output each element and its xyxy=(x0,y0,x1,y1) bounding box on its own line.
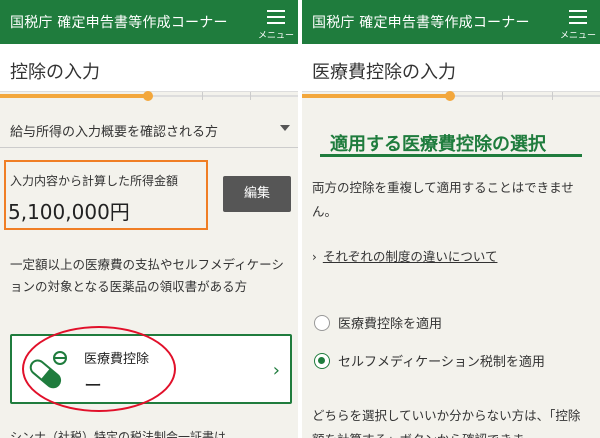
income-amount-label: 入力内容から計算した所得金額 xyxy=(10,174,179,188)
app-header: 国税庁 確定申告書等作成コーナー メニュー xyxy=(0,0,298,44)
app-title-right: 国税庁 確定申告書等作成コーナー xyxy=(312,15,530,31)
radio-button[interactable] xyxy=(314,315,330,331)
page-title-right: 医療費控除の入力 xyxy=(312,62,456,83)
left-bottom-text: シンナ（社税）特定の税法制会一証書は… xyxy=(10,430,239,438)
menu-button[interactable]: メニュー xyxy=(258,6,295,41)
link-label: それぞれの制度の違いについて xyxy=(322,249,498,264)
radio-label: 医療費控除を適用 xyxy=(338,317,443,332)
radio-medical-deduction[interactable]: 医療費控除を適用 xyxy=(314,313,442,332)
progress-bar-right xyxy=(302,91,600,101)
section-title: 適用する医療費控除の選択 xyxy=(330,134,546,155)
income-amount-box: 入力内容から計算した所得金額 5,100,000円 xyxy=(4,160,208,230)
menu-button-right[interactable]: メニュー xyxy=(560,6,597,41)
page-header-right: 医療費控除の入力 xyxy=(302,44,600,92)
income-summary-select[interactable]: 給与所得の入力概要を確認される方 xyxy=(0,112,298,148)
red-highlight-ellipse xyxy=(22,326,176,412)
left-panel: 国税庁 確定申告書等作成コーナー メニュー 控除の入力 給与所得の入力概要を確認… xyxy=(0,0,298,438)
progress-bar xyxy=(0,91,298,101)
right-panel: 国税庁 確定申告書等作成コーナー メニュー 医療費控除の入力 適用する医療費控除… xyxy=(302,0,600,438)
income-amount-value: 5,100,000円 xyxy=(8,200,130,224)
edit-button[interactable]: 編集 xyxy=(223,176,291,212)
screen: 国税庁 確定申告書等作成コーナー メニュー 控除の入力 給与所得の入力概要を確認… xyxy=(0,0,600,438)
radio-button-selected[interactable] xyxy=(314,353,330,369)
app-header-right: 国税庁 確定申告書等作成コーナー メニュー xyxy=(302,0,600,44)
right-bottom-text: どちらを選択していいか分からない方は、「控除額を計算する」ボタンから確認できま xyxy=(312,408,581,438)
chevron-down-icon xyxy=(280,125,290,131)
radio-label: セルフメディケーション税制を適用 xyxy=(338,355,545,370)
page-title: 控除の入力 xyxy=(10,62,100,83)
radio-self-medication[interactable]: セルフメディケーション税制を適用 xyxy=(314,351,545,370)
progress-current-dot xyxy=(143,91,153,101)
hamburger-icon xyxy=(258,6,294,24)
progress-current-dot-right xyxy=(445,91,455,101)
right-description: 両方の控除を重複して適用することはできません。 xyxy=(312,180,574,219)
app-title: 国税庁 確定申告書等作成コーナー xyxy=(10,15,228,31)
page-header: 控除の入力 xyxy=(0,44,298,92)
hamburger-icon xyxy=(560,6,596,24)
system-difference-link[interactable]: › それぞれの制度の違いについて xyxy=(312,246,497,265)
income-summary-label: 給与所得の入力概要を確認される方 xyxy=(10,125,219,140)
menu-label: メニュー xyxy=(258,31,295,41)
menu-label-right: メニュー xyxy=(560,31,597,41)
medical-description: 一定額以上の医療費の支払やセルフメディケーションの対象となる医薬品の領収書がある… xyxy=(10,257,284,294)
chevron-right-icon: › xyxy=(312,250,317,264)
section-underline xyxy=(320,154,582,157)
chevron-right-icon: › xyxy=(272,360,280,381)
